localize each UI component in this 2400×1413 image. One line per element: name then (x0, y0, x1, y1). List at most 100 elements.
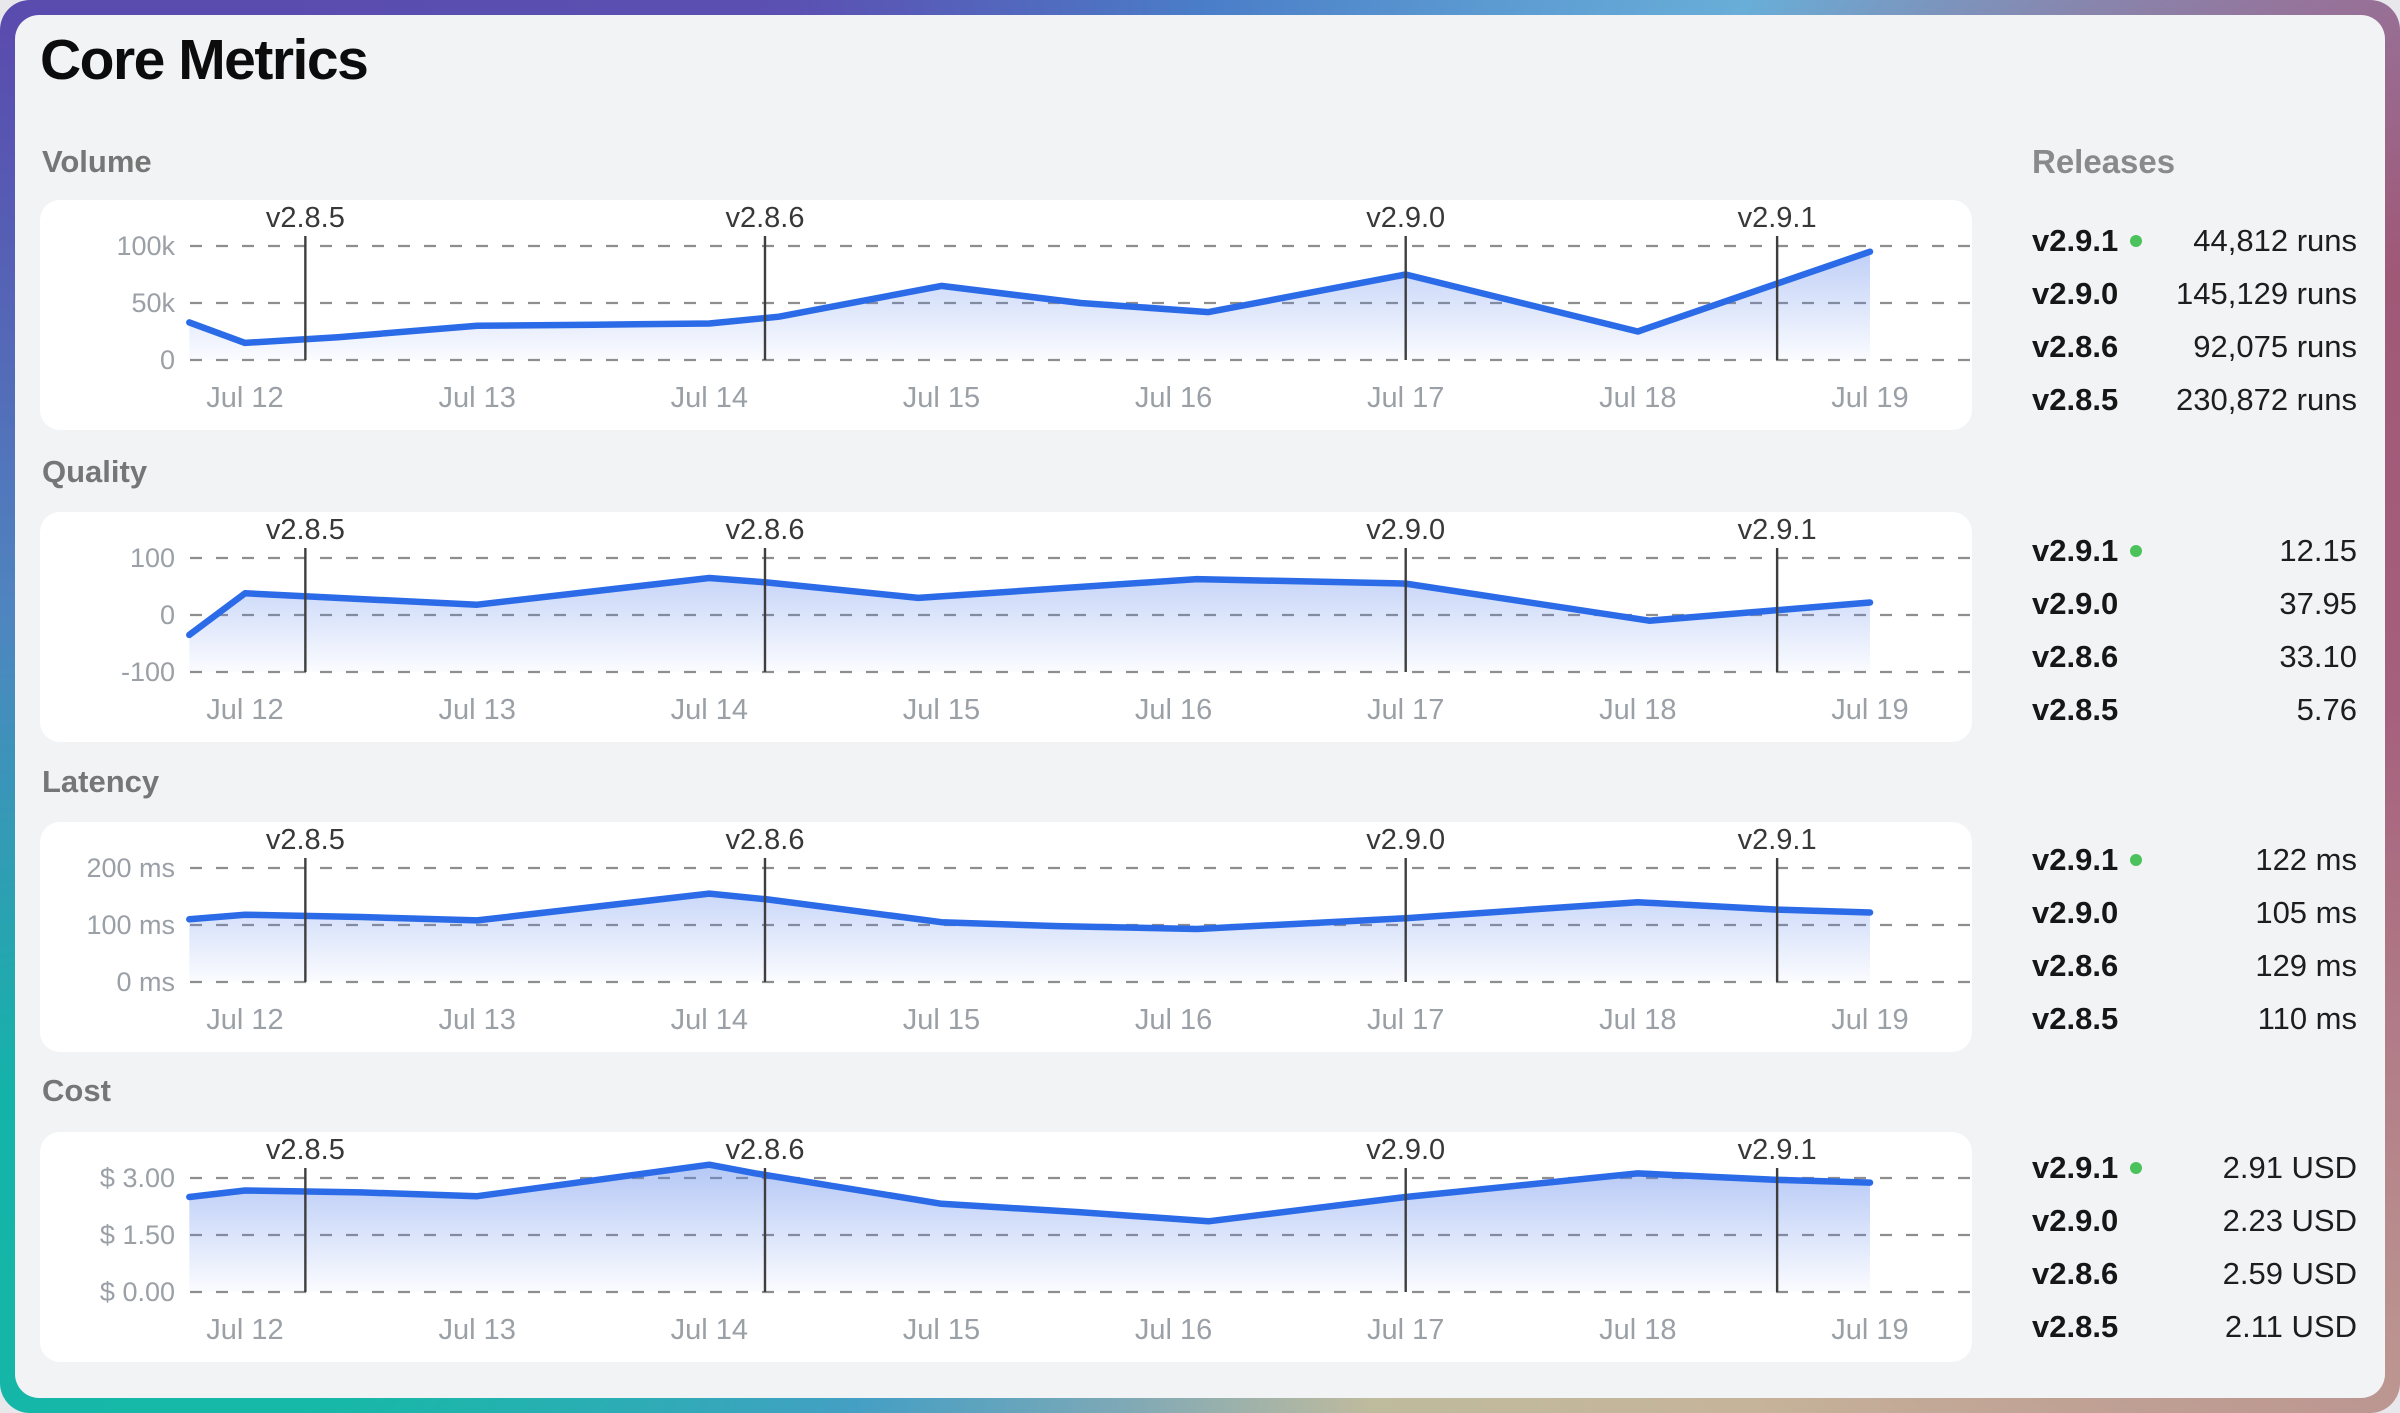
section-heading-volume: Volume (42, 144, 152, 180)
section-heading-cost: Cost (42, 1073, 111, 1109)
y-axis-tick-label: 0 (160, 600, 175, 630)
release-version: v2.8.6 (2032, 948, 2118, 984)
release-marker-label: v2.8.6 (725, 1134, 804, 1166)
release-value: 2.11 USD (2225, 1309, 2357, 1345)
x-axis-tick-label: Jul 14 (671, 694, 748, 726)
release-version: v2.9.1 (2032, 533, 2142, 569)
release-marker-label: v2.8.6 (725, 514, 804, 546)
release-marker-label: v2.9.0 (1366, 824, 1445, 856)
release-value: 105 ms (2255, 895, 2357, 931)
release-marker-label: v2.9.1 (1738, 824, 1817, 856)
x-axis-tick-label: Jul 15 (903, 382, 980, 414)
y-axis-tick-label: 200 ms (86, 853, 175, 883)
release-row: v2.9.0 105 ms (2032, 886, 2357, 939)
x-axis-tick-label: Jul 18 (1599, 694, 1676, 726)
y-axis-tick-label: 0 (160, 345, 175, 375)
x-axis-tick-label: Jul 13 (438, 1314, 515, 1346)
x-axis-tick-label: Jul 18 (1599, 1004, 1676, 1036)
release-version: v2.8.5 (2032, 1309, 2118, 1345)
release-version: v2.9.1 (2032, 223, 2142, 259)
releases-group-quality: v2.9.112.15v2.9.037.95v2.8.633.10v2.8.55… (2032, 524, 2357, 737)
quality-chart-card: 1000-100v2.8.5v2.8.6v2.9.0v2.9.1Jul 12Ju… (40, 512, 1972, 742)
release-version: v2.9.0 (2032, 895, 2118, 931)
release-value: 129 ms (2255, 948, 2357, 984)
release-row: v2.8.5 230,872 runs (2032, 374, 2357, 427)
release-marker-label: v2.8.5 (266, 824, 345, 856)
release-value: 12.15 (2279, 533, 2357, 569)
current-release-dot (2130, 235, 2142, 247)
release-version: v2.8.6 (2032, 639, 2118, 675)
y-axis-tick-label: 100 ms (86, 910, 175, 940)
x-axis-tick-label: Jul 13 (438, 694, 515, 726)
x-axis-tick-label: Jul 14 (671, 382, 748, 414)
release-row: v2.9.037.95 (2032, 577, 2357, 630)
quality-chart: 1000-100v2.8.5v2.8.6v2.9.0v2.9.1Jul 12Ju… (40, 512, 1972, 742)
x-axis-tick-label: Jul 17 (1367, 1314, 1444, 1346)
x-axis-tick-label: Jul 15 (903, 1314, 980, 1346)
releases-group-cost: v2.9.12.91 USDv2.9.02.23 USD v2.8.6 2.59 U… (2032, 1141, 2357, 1354)
release-value: 2.59 USD (2223, 1256, 2357, 1292)
release-value: 230,872 runs (2176, 382, 2357, 418)
releases-group-volume: v2.9.1 44,812 runs v2.9.0 145,129 runs v2.8.… (2032, 214, 2357, 427)
release-version: v2.8.6 (2032, 329, 2118, 365)
current-release-dot (2130, 1162, 2142, 1174)
release-version: v2.8.5 (2032, 692, 2118, 728)
x-axis-tick-label: Jul 13 (438, 1004, 515, 1036)
release-value: 110 ms (2258, 1001, 2357, 1037)
release-marker-label: v2.8.5 (266, 1134, 345, 1166)
x-axis-tick-label: Jul 18 (1599, 382, 1676, 414)
x-axis-tick-label: Jul 12 (206, 694, 283, 726)
release-version: v2.9.1 (2032, 842, 2142, 878)
gradient-frame: Core Metrics Volume 100k50k0v2.8.5v2.8.6… (0, 0, 2400, 1413)
x-axis-tick-label: Jul 19 (1831, 1314, 1908, 1346)
chart-area-fill (189, 252, 1870, 360)
release-row: v2.9.12.91 USD (2032, 1141, 2357, 1194)
cost-chart-card: $ 3.00$ 1.50$ 0.00v2.8.5v2.8.6v2.9.0v2.9… (40, 1132, 1972, 1362)
release-version: v2.8.6 (2032, 1256, 2118, 1292)
release-row: v2.9.1 122 ms (2032, 833, 2357, 886)
section-heading-latency: Latency (42, 764, 159, 800)
chart-area-fill (189, 894, 1870, 982)
release-value: 145,129 runs (2176, 276, 2357, 312)
release-version: v2.9.0 (2032, 1203, 2118, 1239)
y-axis-tick-label: $ 3.00 (100, 1163, 175, 1193)
release-value: 44,812 runs (2193, 223, 2357, 259)
y-axis-tick-label: -100 (121, 657, 175, 687)
release-row: v2.9.0 145,129 runs (2032, 267, 2357, 320)
release-marker-label: v2.8.6 (725, 202, 804, 234)
release-marker-label: v2.9.0 (1366, 1134, 1445, 1166)
x-axis-tick-label: Jul 18 (1599, 1314, 1676, 1346)
releases-group-latency: v2.9.1122 msv2.9.0105 msv2.8.6129 msv2.8… (2032, 833, 2357, 1046)
x-axis-tick-label: Jul 19 (1831, 382, 1908, 414)
chart-area-fill (189, 1165, 1870, 1292)
release-value: 33.10 (2279, 639, 2357, 675)
x-axis-tick-label: Jul 19 (1831, 694, 1908, 726)
release-row: v2.8.6 2.59 USD (2032, 1247, 2357, 1300)
release-version: v2.8.5 (2032, 382, 2118, 418)
dashboard-panel: Core Metrics Volume 100k50k0v2.8.5v2.8.6… (15, 15, 2385, 1398)
volume-chart: 100k50k0v2.8.5v2.8.6v2.9.0v2.9.1Jul 12Ju… (40, 200, 1972, 430)
volume-chart-card: 100k50k0v2.8.5v2.8.6v2.9.0v2.9.1Jul 12Ju… (40, 200, 1972, 430)
release-row: v2.8.5 2.11 USD (2032, 1301, 2357, 1354)
release-value: 2.91 USD (2223, 1150, 2357, 1186)
page-title: Core Metrics (40, 27, 367, 93)
x-axis-tick-label: Jul 14 (671, 1004, 748, 1036)
x-axis-tick-label: Jul 16 (1135, 1004, 1212, 1036)
release-row: v2.9.02.23 USD (2032, 1194, 2357, 1247)
y-axis-tick-label: 50k (131, 288, 175, 318)
x-axis-tick-label: Jul 17 (1367, 694, 1444, 726)
x-axis-tick-label: Jul 19 (1831, 1004, 1908, 1036)
x-axis-tick-label: Jul 17 (1367, 1004, 1444, 1036)
x-axis-tick-label: Jul 16 (1135, 694, 1212, 726)
latency-chart-card: 200 ms100 ms0 msv2.8.5v2.8.6v2.9.0v2.9.1… (40, 822, 1972, 1052)
release-value: 122 ms (2255, 842, 2357, 878)
release-version: v2.9.0 (2032, 276, 2118, 312)
x-axis-tick-label: Jul 16 (1135, 1314, 1212, 1346)
release-marker-label: v2.8.5 (266, 202, 345, 234)
release-marker-label: v2.9.0 (1366, 514, 1445, 546)
x-axis-tick-label: Jul 12 (206, 1314, 283, 1346)
section-heading-quality: Quality (42, 454, 147, 490)
releases-panel-title: Releases (2032, 143, 2175, 181)
x-axis-tick-label: Jul 17 (1367, 382, 1444, 414)
release-row: v2.9.1 44,812 runs (2032, 214, 2357, 267)
